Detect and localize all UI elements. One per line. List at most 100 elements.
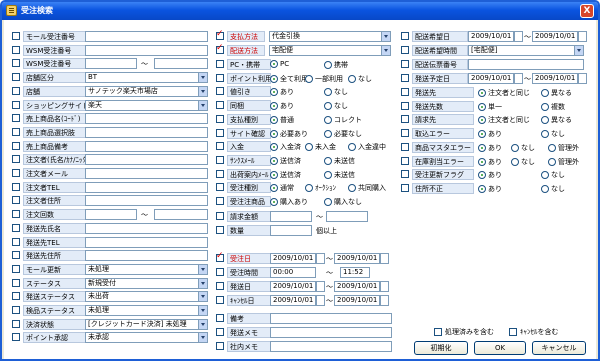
col2-radio-0-0[interactable]: PC (270, 60, 289, 68)
cancel-date-from-dropdown[interactable] (316, 295, 325, 306)
wish-date-checkbox[interactable] (401, 32, 409, 40)
chevron-down-icon[interactable] (198, 87, 207, 96)
col3-radio-4-0[interactable]: あり (478, 143, 502, 153)
radio-icon[interactable] (478, 171, 486, 179)
col3-radio-4-2[interactable]: 管理外 (548, 143, 579, 153)
radio-icon[interactable] (270, 130, 278, 138)
chevron-down-icon[interactable] (198, 101, 207, 110)
radio-icon[interactable] (324, 130, 332, 138)
radio-icon[interactable] (270, 88, 278, 96)
col1-field-11-checkbox[interactable] (12, 183, 20, 191)
col2-radio-4-0[interactable]: 普通 (270, 115, 294, 125)
col2-radio-6-1[interactable]: 未入金 (305, 142, 336, 152)
col1-input-6[interactable] (85, 113, 208, 124)
radio-icon[interactable] (305, 184, 313, 192)
col3-radio-6-0[interactable]: あり (478, 170, 502, 180)
col2-radio-6-2[interactable]: 入金違中 (348, 142, 386, 152)
col2-radio-group-3-checkbox[interactable] (216, 101, 224, 109)
col3-radio-3-0[interactable]: あり (478, 129, 502, 139)
radio-icon[interactable] (478, 185, 486, 193)
col3-radio-group-2-checkbox[interactable] (401, 115, 409, 123)
col3-radio-group-1-checkbox[interactable] (401, 102, 409, 110)
col1-field-16-checkbox[interactable] (12, 251, 20, 259)
col1-input-10[interactable] (85, 168, 208, 179)
col2-radio-group-8-checkbox[interactable] (216, 170, 224, 178)
delivery-method-checkbox[interactable] (216, 43, 224, 54)
plan-date-from-dropdown[interactable] (514, 73, 523, 84)
radio-icon[interactable] (541, 89, 549, 97)
chevron-down-icon[interactable] (198, 265, 207, 274)
radio-icon[interactable] (548, 158, 556, 166)
radio-icon[interactable] (348, 143, 356, 151)
col1-field-3-checkbox[interactable] (12, 73, 20, 81)
col1-field-4-checkbox[interactable] (12, 87, 20, 95)
chevron-down-icon[interactable] (198, 279, 207, 288)
col1-field-2-checkbox[interactable] (12, 59, 20, 67)
radio-icon[interactable] (541, 130, 549, 138)
col3-radio-2-0[interactable]: 注文者と同じ (478, 115, 530, 125)
radio-icon[interactable] (511, 158, 519, 166)
memo-input-2[interactable] (270, 341, 392, 352)
col1-field-1-checkbox[interactable] (12, 46, 20, 54)
include-processed-checkbox[interactable] (434, 328, 442, 336)
col1-select-4[interactable]: サノテック楽天市場店 (85, 86, 208, 97)
radio-icon[interactable] (541, 185, 549, 193)
col1-field-18-checkbox[interactable] (12, 279, 20, 287)
col3-radio-group-4-checkbox[interactable] (401, 143, 409, 151)
col3-radio-3-1[interactable]: なし (541, 129, 565, 139)
col2-radio-10-0[interactable]: 購入あり (270, 197, 308, 207)
col3-radio-group-6-checkbox[interactable] (401, 170, 409, 178)
col3-radio-5-0[interactable]: あり (478, 157, 502, 167)
chevron-down-icon[interactable] (198, 333, 207, 342)
col1-select-19[interactable]: 未出荷 (85, 291, 208, 302)
col3-radio-group-0-checkbox[interactable] (401, 88, 409, 96)
radio-icon[interactable] (270, 60, 278, 68)
ship-date-checkbox[interactable] (216, 282, 224, 290)
radio-icon[interactable] (324, 88, 332, 96)
delivery-method-select[interactable]: 宅配便 (269, 45, 391, 56)
order-date-to-dropdown[interactable] (380, 253, 389, 264)
col2-radio-3-1[interactable]: なし (324, 101, 348, 111)
memo-1-checkbox[interactable] (216, 328, 224, 336)
col1-field-5-checkbox[interactable] (12, 101, 20, 109)
col1-field-0-checkbox[interactable] (12, 32, 20, 40)
col2-radio-3-0[interactable]: あり (270, 101, 294, 111)
col1-field-22-checkbox[interactable] (12, 333, 20, 341)
radio-icon[interactable] (270, 184, 278, 192)
col3-radio-6-1[interactable]: なし (541, 170, 565, 180)
amount-from-input[interactable] (270, 211, 312, 222)
col3-radio-group-5-checkbox[interactable] (401, 157, 409, 165)
col1-input-7[interactable] (85, 127, 208, 138)
memo-2-checkbox[interactable] (216, 342, 224, 350)
slip-number-checkbox[interactable] (401, 60, 409, 68)
memo-input-1[interactable] (270, 327, 392, 338)
col1-field-10-checkbox[interactable] (12, 169, 20, 177)
col1-select-22[interactable]: 未承認 (85, 332, 208, 343)
col1-field-8-checkbox[interactable] (12, 142, 20, 150)
order-time-to-input[interactable]: 11:52 (340, 267, 370, 278)
col3-radio-1-0[interactable]: 単一 (478, 102, 502, 112)
col3-radio-group-7-checkbox[interactable] (401, 184, 409, 192)
col2-radio-9-0[interactable]: 通常 (270, 183, 294, 193)
wish-date-to-dropdown[interactable] (578, 31, 587, 42)
wish-date-from-input[interactable]: 2009/10/01 (468, 31, 514, 42)
col2-radio-1-0[interactable]: 全て利用 (270, 74, 308, 84)
order-date-from-dropdown[interactable] (316, 253, 325, 264)
col2-radio-7-0[interactable]: 送信済 (270, 156, 301, 166)
radio-icon[interactable] (270, 75, 278, 83)
wish-date-to-input[interactable]: 2009/10/01 (532, 31, 578, 42)
col1-field-9-checkbox[interactable] (12, 155, 20, 163)
col1-select-18[interactable]: 新規受付 (85, 278, 208, 289)
col1-field-15-checkbox[interactable] (12, 238, 20, 246)
col1-input-16[interactable] (85, 250, 208, 261)
radio-icon[interactable] (478, 103, 486, 111)
col1-field-21-checkbox[interactable] (12, 320, 20, 328)
cancel-button[interactable]: キャンセル (532, 341, 586, 355)
col2-radio-group-1-checkbox[interactable] (216, 74, 224, 82)
col2-radio-group-4-checkbox[interactable] (216, 115, 224, 123)
memo-0-checkbox[interactable] (216, 314, 224, 322)
col1-input-11[interactable] (85, 182, 208, 193)
amount-checkbox[interactable] (216, 212, 224, 220)
include-cancel-checkbox[interactable] (509, 328, 517, 336)
col3-radio-1-1[interactable]: 複数 (541, 102, 565, 112)
